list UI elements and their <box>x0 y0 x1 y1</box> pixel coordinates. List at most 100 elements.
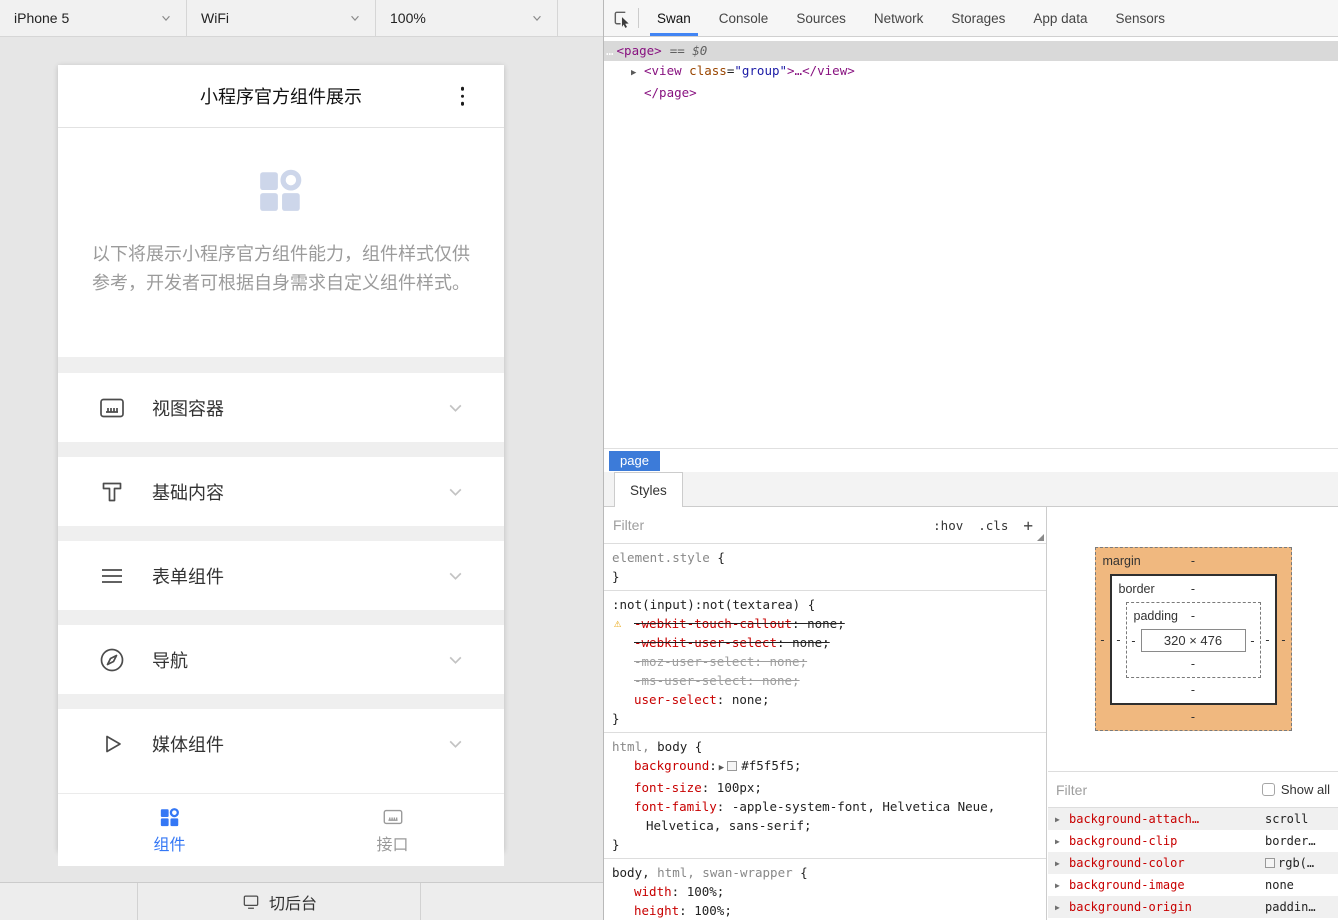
selected-node-hint: == $0 <box>670 43 708 58</box>
box-model-border: border- - padding- - 320 × 476 - - <box>1110 574 1277 705</box>
resize-grip-icon[interactable] <box>1037 534 1044 541</box>
show-all-checkbox[interactable] <box>1262 783 1275 796</box>
css-declaration[interactable]: height: 100%; <box>612 901 1038 920</box>
devtools-tab-sources[interactable]: Sources <box>782 0 860 36</box>
device-select[interactable]: iPhone 5 <box>0 0 187 36</box>
css-declaration[interactable]: background:▶#f5f5f5; <box>612 756 1038 778</box>
app-description: 以下将展示小程序官方组件能力，组件样式仅供参考，开发者可根据自身需求自定义组件样… <box>90 240 472 298</box>
new-style-rule-button[interactable]: + <box>1023 516 1033 535</box>
devtools-pane: Swan Console Sources Network Storages Ap… <box>603 0 1338 920</box>
expand-shorthand-arrow[interactable]: ▶ <box>719 763 724 773</box>
css-declaration[interactable]: -moz-user-select: none; <box>612 652 1038 671</box>
style-rule-element-style[interactable]: element.style { } <box>604 544 1046 591</box>
section-label: 基础内容 <box>152 479 447 505</box>
chevron-down-icon <box>447 651 464 668</box>
tab-apis[interactable]: 接口 <box>281 794 504 866</box>
toggle-hover-state-button[interactable]: :hov <box>933 518 963 533</box>
play-icon <box>98 730 126 758</box>
expand-arrow-icon[interactable]: ▶ <box>1055 859 1069 868</box>
tab-styles[interactable]: Styles <box>614 472 683 507</box>
computed-property-row[interactable]: ▶ background-color rgb(… <box>1048 852 1338 874</box>
devtools-tab-network[interactable]: Network <box>860 0 938 36</box>
computed-property-row[interactable]: ▶ background-clip border… <box>1048 830 1338 852</box>
hero-section: 以下将展示小程序官方组件能力，组件样式仅供参考，开发者可根据自身需求自定义组件样… <box>58 128 504 357</box>
metrics-computed-pane: margin- - border- - padding- - 320 × 476 <box>1048 507 1338 920</box>
computed-property-row[interactable]: ▶ background-origin paddin… <box>1048 896 1338 918</box>
ellipsis-dots: … <box>606 43 615 58</box>
show-all-label[interactable]: Show all <box>1281 782 1330 797</box>
elements-tree: …<page>== $0 ▶<view class="group">…</vie… <box>604 38 1338 448</box>
css-declaration[interactable]: font-size: 100px; <box>612 778 1038 797</box>
tab-components[interactable]: 组件 <box>58 794 281 866</box>
expand-arrow-icon[interactable]: ▶ <box>1055 903 1069 912</box>
color-swatch[interactable] <box>727 761 737 771</box>
styles-filter-input[interactable] <box>613 517 933 533</box>
toolbar-divider <box>638 8 639 28</box>
section-row-view-container[interactable]: 视图容器 <box>58 373 504 442</box>
chevron-down-icon <box>531 12 543 24</box>
computed-property-row[interactable]: ▶ background-image none <box>1048 874 1338 896</box>
breadcrumb-page-chip[interactable]: page <box>609 451 660 471</box>
chevron-down-icon <box>447 483 464 500</box>
section-row-basic-content[interactable]: 基础内容 <box>58 457 504 526</box>
computed-properties-list: ▶ background-attach… scroll ▶ background… <box>1048 808 1338 918</box>
simulator-viewport: 小程序官方组件展示 以下将展示小程序官方组件能力，组件样式仅供参考，开发者可根据… <box>0 38 603 882</box>
css-declaration[interactable]: width: 100%; <box>612 882 1038 901</box>
zoom-select-value: 100% <box>390 10 426 26</box>
css-declaration[interactable]: -ms-user-select: none; <box>612 671 1038 690</box>
devtools-tab-console[interactable]: Console <box>705 0 783 36</box>
zoom-select[interactable]: 100% <box>376 0 558 36</box>
device-select-value: iPhone 5 <box>14 10 69 26</box>
expand-arrow-icon[interactable]: ▶ <box>1055 837 1069 846</box>
kebab-menu-icon[interactable] <box>461 87 465 106</box>
apis-tab-icon <box>382 806 404 828</box>
box-model-content-size: 320 × 476 <box>1141 629 1246 652</box>
app-tabbar: 组件 接口 <box>58 793 504 866</box>
network-select[interactable]: WiFi <box>187 0 376 36</box>
compass-icon <box>98 646 126 674</box>
chevron-down-icon <box>349 12 361 24</box>
styles-filter-row: :hov .cls + <box>604 507 1046 544</box>
warning-icon: ⚠ <box>614 614 621 633</box>
devtools-tab-sensors[interactable]: Sensors <box>1101 0 1179 36</box>
devtools-tab-swan[interactable]: Swan <box>643 0 705 36</box>
css-declaration[interactable]: user-select: none; <box>612 690 1038 709</box>
switch-background-button[interactable]: 切后台 <box>138 883 421 920</box>
bottom-bar-right-section <box>421 883 603 920</box>
devtools-tab-appdata[interactable]: App data <box>1019 0 1101 36</box>
chevron-down-icon <box>447 399 464 416</box>
section-row-media-components[interactable]: 媒体组件 <box>58 709 504 778</box>
inspect-cursor-icon <box>612 9 631 28</box>
section-label: 导航 <box>152 647 447 673</box>
css-declaration[interactable]: -webkit-user-select: none; <box>612 633 1038 652</box>
components-logo-icon <box>256 165 306 215</box>
section-row-form-components[interactable]: 表单组件 <box>58 541 504 610</box>
style-rule-html-body[interactable]: html, body { background:▶#f5f5f5; font-s… <box>604 733 1046 859</box>
expand-arrow-icon[interactable]: ▶ <box>1055 815 1069 824</box>
toggle-class-button[interactable]: .cls <box>978 518 1008 533</box>
section-label: 媒体组件 <box>152 731 447 757</box>
devtools-toolbar: Swan Console Sources Network Storages Ap… <box>604 0 1338 37</box>
expand-arrow-icon[interactable]: ▶ <box>631 63 644 83</box>
inspect-element-button[interactable] <box>604 0 638 36</box>
computed-filter-input[interactable] <box>1056 782 1256 798</box>
element-node-page-close[interactable]: </page> <box>604 83 1338 103</box>
form-icon <box>98 562 126 590</box>
component-section-list: 视图容器 基础内容 表单组件 <box>58 357 504 778</box>
element-node-view[interactable]: ▶<view class="group">…</view> <box>604 61 1338 83</box>
css-declaration[interactable]: ⚠-webkit-touch-callout: none; <box>612 614 1038 633</box>
css-declaration[interactable]: font-family: -apple-system-font, Helveti… <box>612 797 1038 835</box>
computed-property-row[interactable]: ▶ background-attach… scroll <box>1048 808 1338 830</box>
devtools-tab-storages[interactable]: Storages <box>937 0 1019 36</box>
chevron-down-icon <box>447 735 464 752</box>
monitor-icon <box>241 892 261 912</box>
expand-arrow-icon[interactable]: ▶ <box>1055 881 1069 890</box>
chevron-down-icon <box>447 567 464 584</box>
section-label: 表单组件 <box>152 563 447 589</box>
style-rule-not-input-textarea[interactable]: :not(input):not(textarea) { ⚠-webkit-tou… <box>604 591 1046 733</box>
style-rule-body-html-swan-wrapper[interactable]: body, html, swan-wrapper { width: 100%; … <box>604 859 1046 920</box>
view-container-icon <box>98 394 126 422</box>
simulator-bottom-bar: 切后台 <box>0 882 603 920</box>
section-row-navigation[interactable]: 导航 <box>58 625 504 694</box>
element-node-page-open[interactable]: …<page>== $0 <box>604 41 1338 61</box>
